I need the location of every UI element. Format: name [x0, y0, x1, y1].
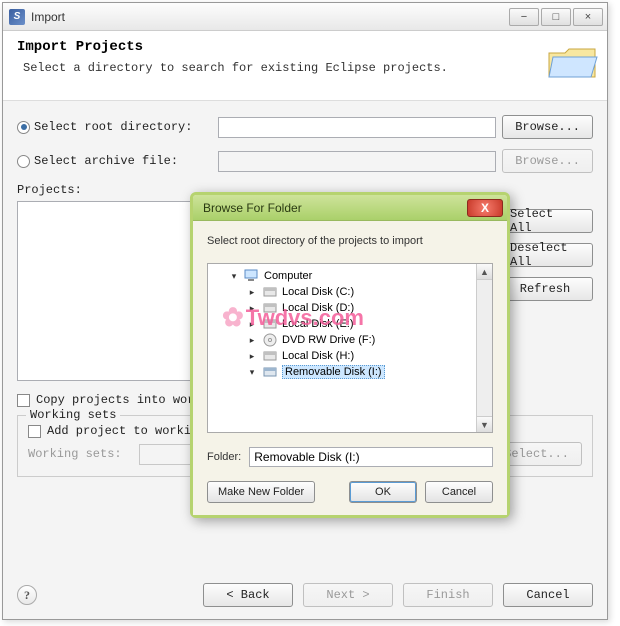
tree-item[interactable]: ▸ Local Disk (H:): [210, 348, 490, 364]
browse-folder-dialog: Browse For Folder X Select root director…: [190, 192, 510, 518]
dialog-title: Browse For Folder: [203, 201, 302, 215]
archive-file-label: Select archive file:: [34, 154, 178, 168]
root-directory-label: Select root directory:: [34, 120, 192, 134]
archive-file-radio[interactable]: [17, 155, 30, 168]
expand-icon[interactable]: ▸: [246, 319, 258, 330]
help-icon[interactable]: ?: [17, 585, 37, 605]
back-button[interactable]: < Back: [203, 583, 293, 607]
wizard-header: Import Projects Select a directory to se…: [3, 31, 607, 101]
removable-icon: [262, 365, 278, 379]
maximize-button[interactable]: □: [541, 8, 571, 26]
working-sets-legend: Working sets: [26, 408, 120, 422]
folder-icon: [545, 37, 599, 83]
tree-item-label: Local Disk (E:): [282, 318, 354, 330]
close-button[interactable]: ×: [573, 8, 603, 26]
minimize-button[interactable]: −: [509, 8, 539, 26]
tree-item-label: Local Disk (H:): [282, 350, 354, 362]
tree-item-label: Computer: [264, 270, 312, 282]
root-browse-button[interactable]: Browse...: [502, 115, 593, 139]
dialog-message: Select root directory of the projects to…: [207, 235, 493, 247]
scrollbar[interactable]: ▲ ▼: [476, 264, 492, 432]
next-button: Next >: [303, 583, 393, 607]
disk-icon: [262, 285, 278, 299]
disk-icon: [262, 349, 278, 363]
expand-icon[interactable]: ▸: [246, 303, 258, 314]
dvd-icon: [262, 333, 278, 347]
disk-icon: [262, 317, 278, 331]
page-title: Import Projects: [17, 39, 593, 55]
tree-item[interactable]: ▾ Computer: [210, 268, 490, 284]
wizard-footer: ? < Back Next > Finish Cancel: [17, 583, 593, 607]
titlebar[interactable]: S Import − □ ×: [3, 3, 607, 31]
cancel-button[interactable]: Cancel: [503, 583, 593, 607]
tree-item[interactable]: ▸ Local Disk (C:): [210, 284, 490, 300]
app-icon: S: [9, 9, 25, 25]
ok-button[interactable]: OK: [349, 481, 417, 503]
window-title: Import: [31, 10, 509, 24]
tree-item[interactable]: ▸ Local Disk (D:): [210, 300, 490, 316]
expand-icon[interactable]: ▸: [246, 351, 258, 362]
tree-item-label: Removable Disk (I:): [282, 365, 385, 379]
archive-file-input[interactable]: [218, 151, 496, 172]
add-to-working-set-checkbox[interactable]: [28, 425, 41, 438]
make-new-folder-button[interactable]: Make New Folder: [207, 481, 315, 503]
scroll-up-icon[interactable]: ▲: [477, 264, 492, 280]
projects-side-buttons: Select All Deselect All Refresh: [497, 209, 593, 301]
scroll-down-icon[interactable]: ▼: [477, 416, 492, 432]
root-directory-radio[interactable]: [17, 121, 30, 134]
root-directory-input[interactable]: [218, 117, 496, 138]
folder-input[interactable]: [249, 447, 493, 467]
expand-icon[interactable]: ▸: [246, 287, 258, 298]
tree-item[interactable]: ▾ Removable Disk (I:): [210, 364, 490, 380]
tree-item-label: Local Disk (C:): [282, 286, 354, 298]
tree-item[interactable]: ▸ Local Disk (E:): [210, 316, 490, 332]
copy-projects-checkbox[interactable]: [17, 394, 30, 407]
archive-browse-button: Browse...: [502, 149, 593, 173]
expand-icon[interactable]: ▾: [228, 271, 240, 282]
working-sets-label: Working sets:: [28, 447, 133, 461]
tree-item-label: DVD RW Drive (F:): [282, 334, 375, 346]
tree-item-label: Local Disk (D:): [282, 302, 354, 314]
tree-item[interactable]: ▸ DVD RW Drive (F:): [210, 332, 490, 348]
folder-label: Folder:: [207, 451, 241, 463]
page-subtitle: Select a directory to search for existin…: [23, 61, 593, 75]
refresh-button[interactable]: Refresh: [497, 277, 593, 301]
folder-tree[interactable]: ▾ Computer ▸ Local Disk (C:) ▸ Local Disk (D:…: [207, 263, 493, 433]
expand-icon[interactable]: ▸: [246, 335, 258, 346]
disk-icon: [262, 301, 278, 315]
computer-icon: [244, 269, 260, 283]
finish-button: Finish: [403, 583, 493, 607]
expand-icon[interactable]: ▾: [246, 367, 258, 378]
dialog-close-button[interactable]: X: [467, 199, 503, 217]
select-all-button[interactable]: Select All: [497, 209, 593, 233]
deselect-all-button[interactable]: Deselect All: [497, 243, 593, 267]
window-controls: − □ ×: [509, 8, 603, 26]
dialog-titlebar[interactable]: Browse For Folder X: [193, 195, 507, 221]
dialog-cancel-button[interactable]: Cancel: [425, 481, 493, 503]
